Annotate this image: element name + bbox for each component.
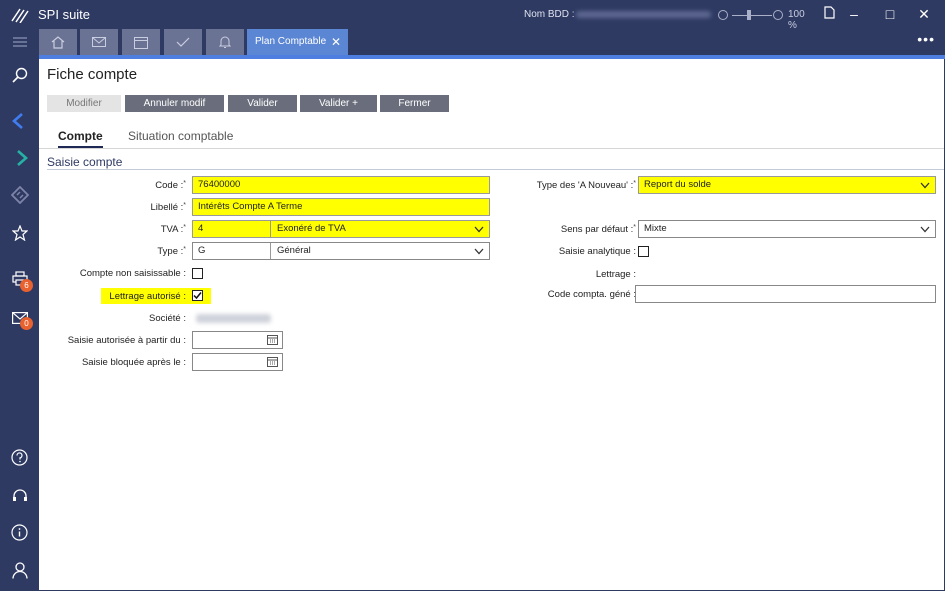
- saisie-analytique-label: Saisie analytique :: [558, 246, 636, 257]
- tva-label: TVA :*: [160, 224, 186, 235]
- mail-icon: [92, 37, 106, 47]
- tab-plan-comptable[interactable]: Plan Comptable ✕: [247, 29, 348, 55]
- more-options-icon[interactable]: •••: [917, 31, 935, 47]
- maximize-button[interactable]: □: [879, 4, 901, 24]
- checkmark-icon: [193, 292, 202, 300]
- user-icon[interactable]: [10, 561, 29, 580]
- code-compta-label: Code compta. géné :: [547, 289, 636, 300]
- title-bar: SPI suite Nom BDD : 100 % – □ ✕: [0, 0, 945, 31]
- zoom-value: 100 %: [788, 9, 805, 31]
- saisie-bloquee-date[interactable]: [192, 353, 283, 371]
- calendar-tab[interactable]: [122, 29, 160, 55]
- zoom-control[interactable]: 100 %: [718, 8, 814, 31]
- chevron-down-icon: [920, 182, 930, 189]
- help-icon[interactable]: [10, 448, 29, 467]
- fermer-button[interactable]: Fermer: [380, 95, 449, 112]
- support-icon[interactable]: [10, 486, 29, 505]
- chevron-down-icon: [474, 226, 484, 233]
- chevron-down-icon: [920, 226, 930, 233]
- zoom-slider[interactable]: [732, 15, 772, 16]
- type-select[interactable]: G Général: [192, 242, 490, 260]
- menu-icon[interactable]: [10, 32, 29, 51]
- libelle-label: Libellé :*: [150, 202, 186, 213]
- info-icon[interactable]: [10, 523, 29, 542]
- societe-label: Société :: [149, 313, 186, 324]
- app-title: SPI suite: [38, 7, 91, 22]
- divider: [39, 148, 944, 149]
- accounting-icon[interactable]: [10, 185, 29, 204]
- document-icon[interactable]: [818, 4, 840, 24]
- close-tab-icon[interactable]: ✕: [331, 29, 341, 55]
- main-panel: Fiche compte Modifier Annuler modif Vali…: [39, 59, 944, 590]
- calendar-icon: [267, 335, 278, 345]
- mail-tab[interactable]: [80, 29, 118, 55]
- code-label: Code :*: [155, 180, 186, 191]
- non-saisissable-label: Compte non saisissable :: [79, 268, 186, 279]
- tva-select[interactable]: 4 Exonéré de TVA: [192, 220, 490, 238]
- saisie-analytique-checkbox[interactable]: [638, 246, 649, 257]
- tab-plan-comptable-label: Plan Comptable: [255, 36, 327, 47]
- annuler-modif-button[interactable]: Annuler modif: [125, 95, 224, 112]
- notifications-tab[interactable]: [206, 29, 244, 55]
- messages-badge: 0: [20, 317, 33, 330]
- lettrage-autorise-label: Lettrage autorisé :: [109, 291, 186, 302]
- page-title: Fiche compte: [47, 66, 138, 83]
- tab-compte[interactable]: Compte: [58, 129, 103, 148]
- lettrage-label: Lettrage :: [595, 269, 636, 280]
- app-logo-icon: [11, 8, 29, 23]
- print-badge: 6: [20, 279, 33, 292]
- search-icon[interactable]: [10, 65, 29, 84]
- valider-plus-button[interactable]: Valider +: [300, 95, 377, 112]
- minimize-button[interactable]: –: [843, 4, 865, 24]
- libelle-field[interactable]: Intérêts Compte A Terme: [192, 198, 490, 216]
- sens-select[interactable]: Mixte: [638, 220, 936, 238]
- saisie-autorisee-date[interactable]: [192, 331, 283, 349]
- db-name-value: [576, 11, 711, 18]
- section-divider: [47, 169, 944, 170]
- home-icon: [51, 35, 65, 49]
- calendar-icon: [134, 36, 148, 49]
- sidebar: 6 0: [0, 29, 39, 591]
- modifier-button[interactable]: Modifier: [47, 95, 121, 112]
- section-title: Saisie compte: [47, 155, 123, 169]
- code-compta-field[interactable]: [635, 285, 936, 303]
- check-icon: [176, 37, 190, 47]
- tab-situation-comptable[interactable]: Situation comptable: [128, 129, 233, 143]
- tab-strip: Plan Comptable ✕ •••: [39, 29, 945, 55]
- calendar-icon: [267, 357, 278, 367]
- purchases-icon[interactable]: [10, 148, 29, 167]
- home-tab[interactable]: [39, 29, 77, 55]
- sens-label: Sens par défaut :*: [560, 224, 636, 235]
- societe-value: [196, 314, 271, 323]
- bell-icon: [219, 36, 231, 48]
- type-label: Type :*: [157, 246, 186, 257]
- lettrage-autorise-checkbox[interactable]: [192, 290, 203, 301]
- non-saisissable-checkbox[interactable]: [192, 268, 203, 279]
- type-a-nouveau-select[interactable]: Report du solde: [638, 176, 936, 194]
- sales-icon[interactable]: [10, 111, 29, 130]
- zoom-in-icon[interactable]: [773, 10, 783, 20]
- tasks-tab[interactable]: [164, 29, 202, 55]
- saisie-bloquee-label: Saisie bloquée après le :: [81, 357, 186, 368]
- saisie-autorisee-label: Saisie autorisée à partir du :: [67, 335, 186, 346]
- db-name-label: Nom BDD :: [524, 9, 575, 20]
- favorites-icon[interactable]: [10, 223, 29, 242]
- code-field[interactable]: 76400000: [192, 176, 490, 194]
- chevron-down-icon: [474, 248, 484, 255]
- close-button[interactable]: ✕: [913, 4, 935, 24]
- zoom-out-icon[interactable]: [718, 10, 728, 20]
- type-a-nouveau-label: Type des 'A Nouveau' :*: [536, 180, 636, 191]
- valider-button[interactable]: Valider: [228, 95, 297, 112]
- zoom-thumb[interactable]: [747, 10, 751, 20]
